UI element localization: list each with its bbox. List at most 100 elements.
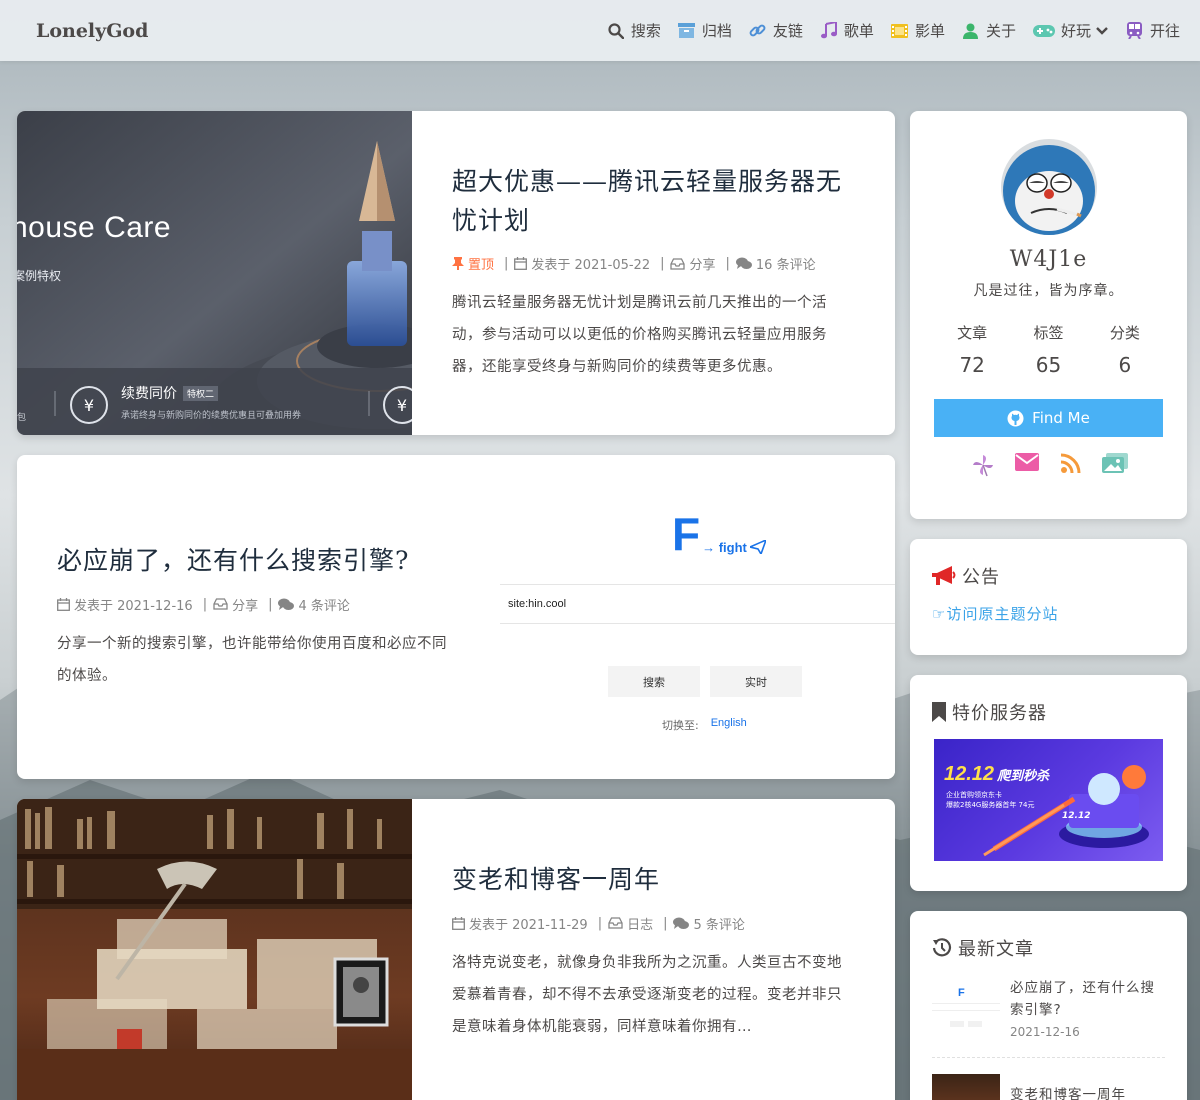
- notice-link[interactable]: ☞访问原主题分站: [910, 589, 1187, 624]
- nav-item-about[interactable]: 关于: [962, 20, 1016, 41]
- notice-title: 公告: [910, 539, 1187, 589]
- promo-tag: 12.12: [1062, 811, 1091, 821]
- recent-post-item[interactable]: F 必应崩了，还有什么搜索引擎? 2021-12-16: [932, 977, 1165, 1058]
- gallery-icon[interactable]: [1093, 453, 1137, 477]
- nav-label-music: 歌单: [843, 22, 874, 40]
- study-room-photo: [17, 799, 412, 1100]
- avatar[interactable]: [1000, 139, 1097, 235]
- recent-posts-card: 最新文章 F 必应崩了，还有什么搜索引擎? 2021-12-16 变老和博客一周…: [910, 911, 1187, 1100]
- author-card: W4J1e 凡是过往，皆为序章。 文章 72 标签 65 分类 6 Find M…: [910, 111, 1187, 519]
- comments-icon: [735, 257, 752, 270]
- post-comments[interactable]: 5 条评论: [673, 914, 745, 933]
- inbox-icon: [670, 258, 686, 270]
- post-cover-image[interactable]: F → fight site:hin.cool 搜索 实时 切换至: Engli…: [500, 455, 895, 779]
- post-cover-image[interactable]: ¥ ¥ house Care 案例特权 包 续费同价 特权二 承诺终身与新购同价…: [17, 111, 412, 435]
- search-icon: [607, 22, 625, 40]
- post-card[interactable]: 必应崩了，还有什么搜索引擎? 发表于 2021-12-16 | 分享 | 4 条…: [17, 455, 895, 779]
- recent-post-thumb[interactable]: F: [932, 977, 1000, 1047]
- nav-item-film[interactable]: 影单: [891, 20, 945, 41]
- post-meta: 发表于 2021-11-29 | 日志 | 5 条评论: [452, 914, 855, 933]
- post-card[interactable]: ¥ ¥ house Care 案例特权 包 续费同价 特权二 承诺终身与新购同价…: [17, 111, 895, 435]
- mail-icon[interactable]: [1005, 453, 1049, 477]
- bookmark-icon: [932, 702, 946, 722]
- post-comments[interactable]: 4 条评论: [278, 595, 350, 614]
- nav-item-travel[interactable]: 开往: [1126, 20, 1180, 41]
- post-category[interactable]: 分享: [670, 254, 716, 273]
- promo-line-2: 爆款2核4G服务器首年 74元: [946, 801, 1035, 809]
- train-icon: [1126, 22, 1144, 40]
- find-me-button[interactable]: Find Me: [934, 399, 1163, 437]
- post-category[interactable]: 分享: [213, 595, 258, 614]
- language-switch: 切换至: English: [662, 717, 747, 733]
- site-logo[interactable]: LonelyGod: [36, 20, 148, 42]
- recent-post-title[interactable]: 必应崩了，还有什么搜索引擎?: [1010, 977, 1165, 1021]
- cover-badge-left: 包: [17, 413, 27, 423]
- music-icon: [820, 22, 838, 40]
- pinwheel-icon[interactable]: [961, 453, 1005, 477]
- server-title: 特价服务器: [910, 675, 1187, 725]
- recent-post-item[interactable]: 变老和博客一周年: [932, 1074, 1165, 1100]
- nav-label-fun: 好玩: [1060, 22, 1091, 40]
- live-button[interactable]: 实时: [710, 666, 802, 697]
- gamepad-icon: [1032, 22, 1055, 40]
- github-icon: [1007, 410, 1024, 427]
- nav-menu: 搜索 归档 友链 歌单 影单 关于 好玩 开往: [590, 20, 1180, 41]
- fight-logo-letter: F: [672, 508, 701, 560]
- nav-item-search[interactable]: 搜索: [607, 20, 661, 41]
- nav-item-fun[interactable]: 好玩: [1032, 20, 1109, 41]
- post-excerpt: 分享一个新的搜索引擎，也许能带给你使用百度和必应不同的体验。: [57, 635, 447, 684]
- stat-categories[interactable]: 分类 6: [1110, 322, 1140, 377]
- megaphone-icon: [932, 566, 956, 586]
- plane-icon: [749, 540, 766, 554]
- nav-label-about: 关于: [985, 22, 1016, 40]
- recent-title: 最新文章: [910, 911, 1187, 961]
- post-date: 发表于 2021-05-22: [514, 254, 650, 273]
- post-excerpt: 腾讯云轻量服务器无忧计划是腾讯云前几天推出的一个活动，参与活动可以以更低的价格购…: [452, 295, 827, 376]
- post-cover-image[interactable]: [17, 799, 412, 1100]
- inbox-icon: [213, 598, 228, 611]
- fight-logo-text: → fight: [702, 540, 747, 555]
- post-card[interactable]: 变老和博客一周年 发表于 2021-11-29 | 日志 | 5 条评论 洛特克…: [17, 799, 895, 1100]
- stat-tags[interactable]: 标签 65: [1033, 322, 1063, 377]
- post-title[interactable]: 必应崩了，还有什么搜索引擎?: [57, 542, 460, 581]
- sticky-label: 置顶: [468, 258, 495, 274]
- social-links: [910, 453, 1187, 477]
- post-title[interactable]: 变老和博客一周年: [452, 861, 855, 900]
- film-icon: [891, 22, 909, 40]
- stat-articles[interactable]: 文章 72: [957, 322, 987, 377]
- search-button[interactable]: 搜索: [608, 666, 700, 697]
- nav-item-archive[interactable]: 归档: [678, 20, 732, 41]
- nav-item-music[interactable]: 歌单: [820, 20, 874, 41]
- nav-label-links: 友链: [772, 22, 803, 40]
- cover-badge: 续费同价 特权二: [121, 383, 219, 403]
- post-category[interactable]: 日志: [608, 914, 653, 933]
- calendar-icon: [452, 916, 465, 930]
- recent-post-title[interactable]: 变老和博客一周年: [1010, 1084, 1126, 1100]
- svg-text:¥: ¥: [397, 396, 407, 415]
- post-meta: 置顶 | 发表于 2021-05-22 | 分享 | 16 条评论: [452, 254, 855, 273]
- nav-item-links[interactable]: 友链: [749, 20, 803, 41]
- inbox-icon: [608, 917, 623, 929]
- post-meta: 发表于 2021-12-16 | 分享 | 4 条评论: [57, 595, 460, 614]
- user-icon: [962, 22, 980, 40]
- post-info: 必应崩了，还有什么搜索引擎? 发表于 2021-12-16 | 分享 | 4 条…: [17, 455, 500, 779]
- author-stats: 文章 72 标签 65 分类 6: [934, 322, 1163, 377]
- post-comments[interactable]: 16 条评论: [735, 254, 816, 273]
- cover-heading: house Care: [17, 211, 172, 244]
- nav-label-film: 影单: [914, 22, 945, 40]
- search-input[interactable]: site:hin.cool: [500, 584, 895, 624]
- nav-label-archive: 归档: [701, 22, 732, 40]
- promo-line-1: 企业首购领京东卡: [946, 791, 1002, 799]
- nav-label-travel: 开往: [1149, 22, 1180, 40]
- server-promo-banner[interactable]: 12.12 爬到秒杀 企业首购领京东卡 爆款2核4G服务器首年 74元 12.1…: [934, 739, 1163, 861]
- post-title[interactable]: 超大优惠——腾讯云轻量服务器无忧计划: [452, 163, 855, 241]
- top-navbar: LonelyGod 搜索 归档 友链 歌单 影单 关于 好玩 开往: [0, 0, 1200, 61]
- nav-label-search: 搜索: [630, 22, 661, 40]
- rss-icon[interactable]: [1049, 453, 1093, 477]
- post-info: 超大优惠——腾讯云轻量服务器无忧计划 置顶 | 发表于 2021-05-22 |…: [412, 111, 895, 435]
- cover-subheading: 案例特权: [17, 269, 62, 283]
- promo-big: 12.12: [944, 763, 995, 785]
- recent-post-thumb[interactable]: [932, 1074, 1000, 1100]
- notice-card: 公告 ☞访问原主题分站: [910, 539, 1187, 655]
- english-link[interactable]: English: [711, 717, 747, 733]
